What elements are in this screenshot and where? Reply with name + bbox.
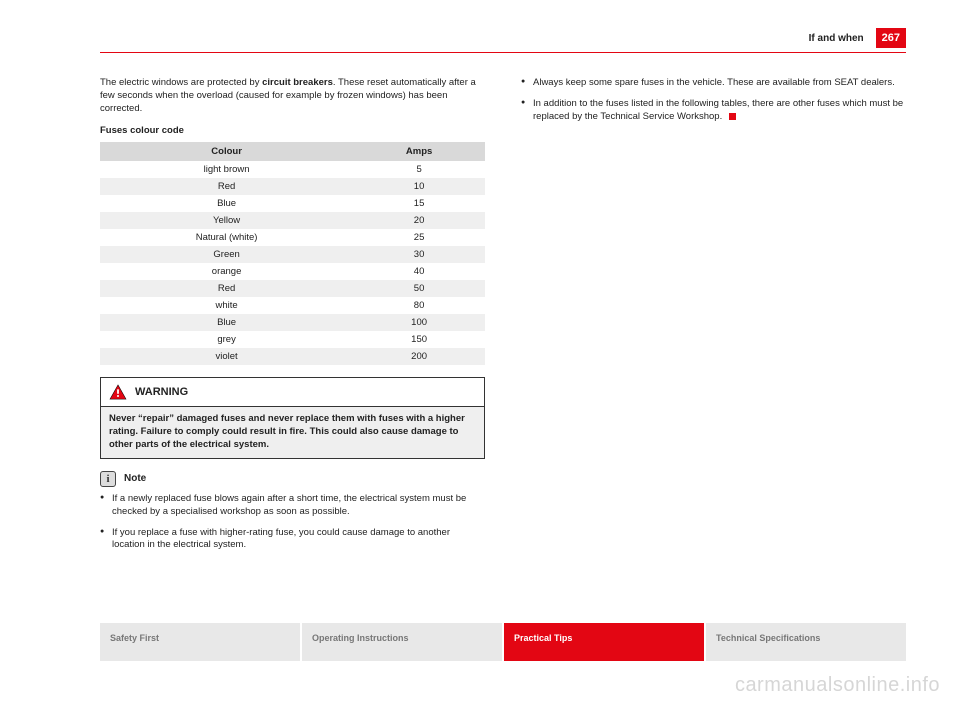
section-title: If and when	[809, 33, 864, 44]
column-left: The electric windows are protected by ci…	[100, 77, 485, 560]
tab-practical-tips[interactable]: Practical Tips	[504, 623, 704, 661]
table-cell: 150	[353, 331, 485, 348]
table-cell: 100	[353, 314, 485, 331]
column-right: Always keep some spare fuses in the vehi…	[521, 77, 906, 560]
header-rule	[100, 52, 906, 53]
table-cell: light brown	[100, 161, 353, 178]
note-bullet: If a newly replaced fuse blows again aft…	[100, 493, 485, 519]
table-row: orange40	[100, 263, 485, 280]
table-row: grey150	[100, 331, 485, 348]
table-cell: orange	[100, 263, 353, 280]
warning-triangle-icon	[109, 384, 127, 400]
table-cell: Red	[100, 280, 353, 297]
tab-safety-first[interactable]: Safety First	[100, 623, 300, 661]
page-number: 267	[876, 28, 906, 48]
table-cell: Green	[100, 246, 353, 263]
table-header-row: Colour Amps	[100, 142, 485, 161]
warning-box: WARNING Never “repair” damaged fuses and…	[100, 377, 485, 458]
table-row: Blue15	[100, 195, 485, 212]
table-row: Yellow20	[100, 212, 485, 229]
table-row: Natural (white)25	[100, 229, 485, 246]
table-row: violet200	[100, 348, 485, 365]
tab-technical-specifications[interactable]: Technical Specifications	[706, 623, 906, 661]
note-bullet: If you replace a fuse with higher-rating…	[100, 527, 485, 553]
table-cell: 15	[353, 195, 485, 212]
table-title: Fuses colour code	[100, 125, 485, 136]
table-cell: 40	[353, 263, 485, 280]
table-row: white80	[100, 297, 485, 314]
table-row: light brown5	[100, 161, 485, 178]
content-columns: The electric windows are protected by ci…	[100, 77, 906, 560]
intro-bold: circuit breakers	[262, 77, 333, 88]
table-cell: Natural (white)	[100, 229, 353, 246]
table-cell: 50	[353, 280, 485, 297]
page: If and when 267 The electric windows are…	[0, 0, 960, 701]
table-cell: 20	[353, 212, 485, 229]
table-cell: 10	[353, 178, 485, 195]
note-header: i Note	[100, 471, 485, 487]
table-cell: 5	[353, 161, 485, 178]
table-row: Red50	[100, 280, 485, 297]
warning-title: WARNING	[135, 386, 188, 398]
table-cell: 25	[353, 229, 485, 246]
note-title: Note	[124, 473, 146, 484]
table-cell: 30	[353, 246, 485, 263]
table-cell: 200	[353, 348, 485, 365]
table-cell: 80	[353, 297, 485, 314]
table-row: Red10	[100, 178, 485, 195]
tab-operating-instructions[interactable]: Operating Instructions	[302, 623, 502, 661]
warning-header: WARNING	[101, 378, 484, 407]
fuse-table: Colour Amps light brown5 Red10 Blue15 Ye…	[100, 142, 485, 365]
table-cell: grey	[100, 331, 353, 348]
end-mark-icon	[729, 113, 736, 120]
info-icon: i	[100, 471, 116, 487]
note-bullet: Always keep some spare fuses in the vehi…	[521, 77, 906, 90]
bullet-text: In addition to the fuses listed in the f…	[533, 98, 903, 122]
watermark: carmanualsonline.info	[735, 674, 940, 697]
table-row: Blue100	[100, 314, 485, 331]
table-cell: Red	[100, 178, 353, 195]
table-cell: violet	[100, 348, 353, 365]
table-cell: Yellow	[100, 212, 353, 229]
table-row: Green30	[100, 246, 485, 263]
table-cell: Blue	[100, 195, 353, 212]
table-cell: white	[100, 297, 353, 314]
intro-paragraph: The electric windows are protected by ci…	[100, 77, 485, 115]
warning-body: Never “repair” damaged fuses and never r…	[101, 407, 484, 457]
table-header-amps: Amps	[353, 142, 485, 161]
table-header-colour: Colour	[100, 142, 353, 161]
table-cell: Blue	[100, 314, 353, 331]
footer-tabs: Safety First Operating Instructions Prac…	[100, 623, 906, 661]
page-header: If and when 267	[100, 28, 906, 48]
note-bullet: In addition to the fuses listed in the f…	[521, 98, 906, 124]
